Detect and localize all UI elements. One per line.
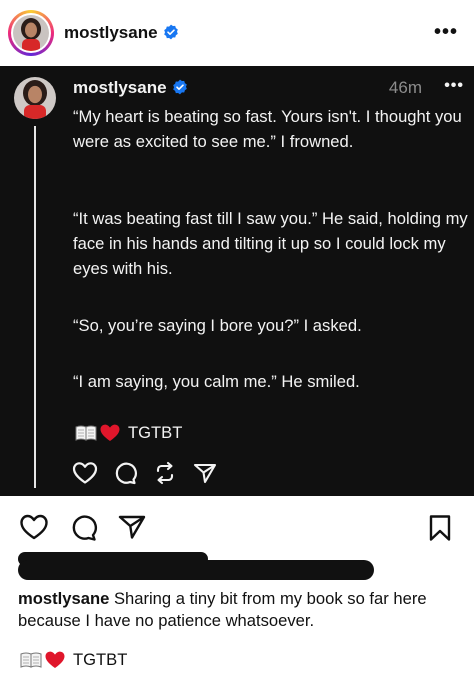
post-paragraph: “It was beating fast till I saw you.” He… <box>73 209 468 278</box>
more-options-button[interactable]: ••• <box>434 22 458 42</box>
open-book-icon <box>75 425 97 441</box>
threads-avatar <box>14 77 56 119</box>
red-heart-icon <box>45 651 65 668</box>
threads-post-card: mostlysane 46m ••• “My heart is beating … <box>0 66 474 496</box>
redaction-bar <box>18 560 374 580</box>
story-avatar[interactable] <box>8 10 54 56</box>
share-icon[interactable] <box>117 513 147 541</box>
avatar <box>13 15 49 51</box>
post-action-bar <box>19 513 147 541</box>
bookmark-icon[interactable] <box>428 514 452 542</box>
thread-line <box>34 126 36 488</box>
caption-tag: TGTBT <box>20 650 127 670</box>
post-tag: TGTBT <box>75 423 182 443</box>
repost-icon <box>156 461 174 485</box>
post-paragraph: “So, you’re saying I bore you?” I asked. <box>73 316 362 335</box>
comment-icon[interactable] <box>68 513 98 541</box>
threads-more-icon: ••• <box>444 77 464 94</box>
post-paragraph: “I am saying, you calm me.” He smiled. <box>73 372 360 391</box>
verified-badge-icon <box>163 24 178 40</box>
post-caption: mostlysane Sharing a tiny bit from my bo… <box>18 588 458 632</box>
threads-username: mostlysane <box>73 78 188 98</box>
caption-username[interactable]: mostlysane <box>18 589 109 608</box>
post-header: mostlysane ••• <box>0 0 474 66</box>
username[interactable]: mostlysane <box>64 23 179 43</box>
verified-badge-icon <box>172 79 187 95</box>
open-book-icon <box>20 652 42 668</box>
red-heart-icon <box>100 424 120 441</box>
heart-icon[interactable] <box>19 513 49 541</box>
comment-icon <box>115 462 137 485</box>
share-icon <box>193 463 217 484</box>
post-time: 46m <box>388 78 422 97</box>
heart-icon <box>72 462 98 484</box>
threads-action-bar <box>72 461 218 485</box>
post-paragraph: “My heart is beating so fast. Yours isn'… <box>73 107 462 151</box>
